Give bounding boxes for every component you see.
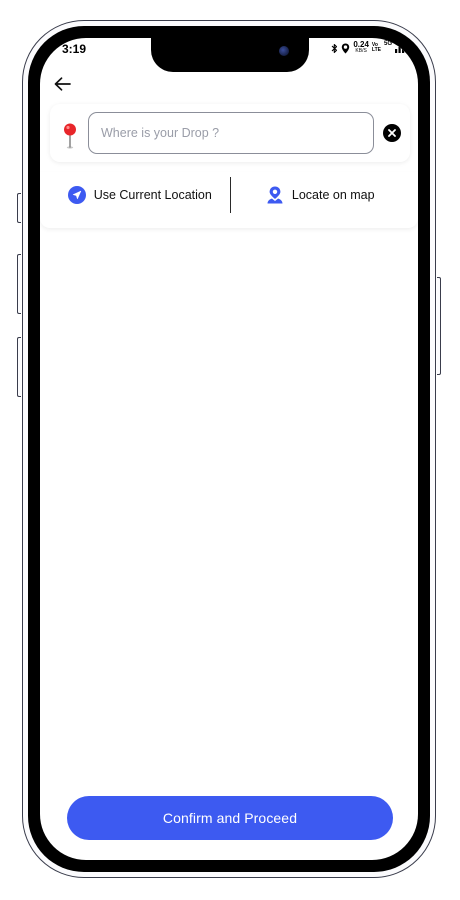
location-icon <box>342 43 350 53</box>
use-current-location-label: Use Current Location <box>93 188 212 202</box>
status-icons: 0.24 KB/S Vo LTE 5G <box>331 40 418 56</box>
back-button[interactable] <box>52 74 72 94</box>
volume-down-button <box>17 337 21 397</box>
camera-icon <box>279 46 289 56</box>
use-current-location-button[interactable]: Use Current Location <box>50 172 230 218</box>
battery-icon <box>411 42 418 54</box>
locate-on-map-button[interactable]: Locate on map <box>231 172 411 218</box>
drop-search-card <box>50 104 410 162</box>
clear-input-button[interactable] <box>383 124 401 142</box>
status-time: 3:19 <box>62 42 87 56</box>
red-map-pin-icon <box>64 123 76 149</box>
location-options: Use Current Location Locate on map <box>50 172 410 218</box>
close-icon <box>388 129 396 137</box>
volume-up-button <box>17 254 21 314</box>
signal-icon <box>395 43 408 53</box>
map-marker-person-icon <box>267 186 283 204</box>
network-type: 5G <box>383 41 392 47</box>
notch <box>151 38 309 72</box>
confirm-and-proceed-button[interactable]: Confirm and Proceed <box>67 796 393 840</box>
locate-on-map-label: Locate on map <box>291 188 375 202</box>
power-button <box>437 277 441 375</box>
volte-indicator: Vo LTE <box>371 42 381 53</box>
drop-location-input[interactable] <box>88 112 374 154</box>
app-screen: 3:19 0.24 KB/S Vo LTE 5G Where is your D… <box>40 38 418 860</box>
location-options-card: Use Current Location Locate on map <box>40 172 418 228</box>
silent-switch <box>17 193 21 223</box>
arrow-left-icon <box>54 77 71 91</box>
bluetooth-icon <box>331 43 338 53</box>
net-speed: 0.24 KB/S <box>353 40 369 55</box>
navigation-arrow-icon <box>67 186 86 204</box>
